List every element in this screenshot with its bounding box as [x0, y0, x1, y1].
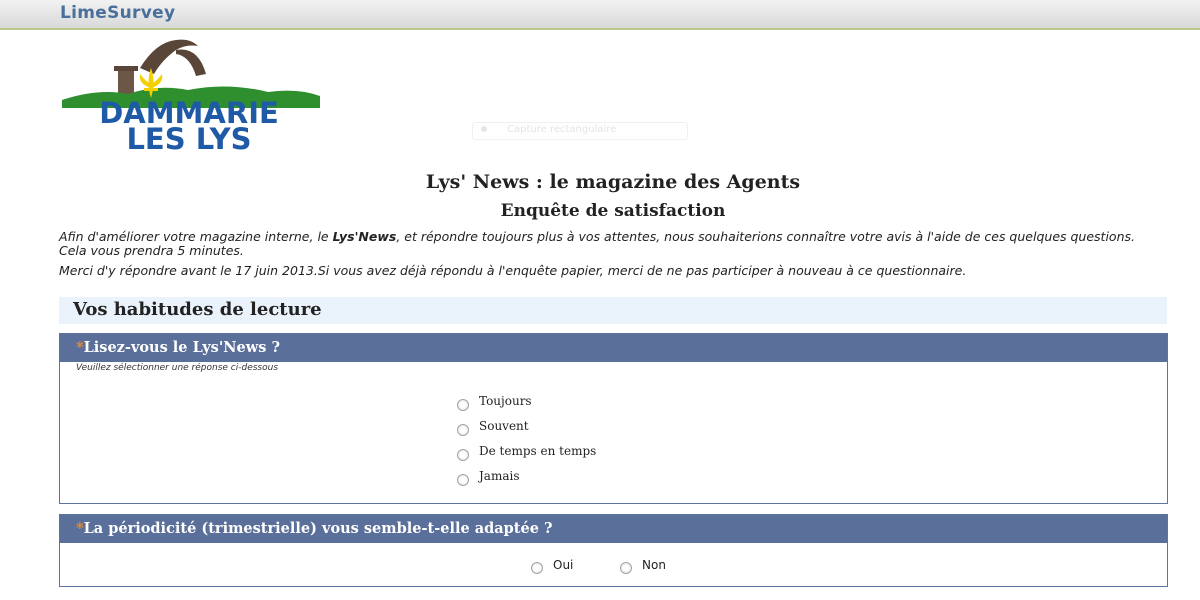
screen-capture-overlay: Capture rectangulaire — [472, 122, 688, 140]
mandatory-marker: * — [76, 339, 84, 356]
radio-button[interactable] — [457, 424, 469, 436]
question-text: Lisez-vous le Lys'News ? — [83, 339, 280, 356]
option-label[interactable]: Toujours — [479, 394, 532, 408]
brand-name[interactable]: LimeSurvey — [60, 3, 175, 23]
option-label[interactable]: Non — [642, 558, 666, 572]
survey-title: Lys' News : le magazine des Agents — [425, 171, 801, 193]
question-periodicity: *La périodicité (trimestrielle) vous sem… — [59, 514, 1168, 587]
question-help: Veuillez sélectionner une réponse ci-des… — [76, 363, 279, 373]
town-logo: DAMMARIE LES LYS — [58, 38, 328, 158]
radio-button[interactable] — [457, 449, 469, 461]
mandatory-marker: * — [76, 520, 84, 537]
option-label[interactable]: Oui — [553, 558, 573, 572]
logo-text: DAMMARIE LES LYS — [58, 99, 320, 156]
option-label[interactable]: Jamais — [479, 469, 520, 483]
top-bar: LimeSurvey — [0, 0, 1200, 30]
survey-subtitle: Enquête de satisfaction — [500, 201, 726, 221]
group-header: Vos habitudes de lecture — [59, 297, 1167, 324]
survey-description: Afin d'améliorer votre magazine interne,… — [59, 230, 1139, 284]
capture-label: Capture rectangulaire — [507, 124, 617, 135]
capture-icon — [481, 126, 487, 132]
group-title: Vos habitudes de lecture — [73, 299, 322, 320]
radio-button[interactable] — [457, 474, 469, 486]
question-reading-frequency: *Lisez-vous le Lys'News ? Veuillez sélec… — [59, 333, 1168, 504]
radio-button[interactable] — [457, 399, 469, 411]
question-text: La périodicité (trimestrielle) vous semb… — [83, 520, 553, 537]
logo-line-2: LES LYS — [126, 122, 252, 156]
option-label[interactable]: Souvent — [479, 419, 529, 433]
radio-button[interactable] — [620, 562, 632, 574]
question-header: *Lisez-vous le Lys'News ? — [60, 334, 1167, 362]
intro-text: Afin d'améliorer votre magazine interne,… — [59, 229, 333, 244]
intro-bold-name: Lys'News — [332, 229, 397, 244]
intro-paragraph-2: Merci d'y répondre avant le 17 juin 2013… — [59, 263, 967, 278]
option-label[interactable]: De temps en temps — [479, 444, 596, 458]
question-header: *La périodicité (trimestrielle) vous sem… — [60, 515, 1167, 543]
intro-paragraph-1: Afin d'améliorer votre magazine interne,… — [59, 230, 1139, 258]
radio-button[interactable] — [531, 562, 543, 574]
